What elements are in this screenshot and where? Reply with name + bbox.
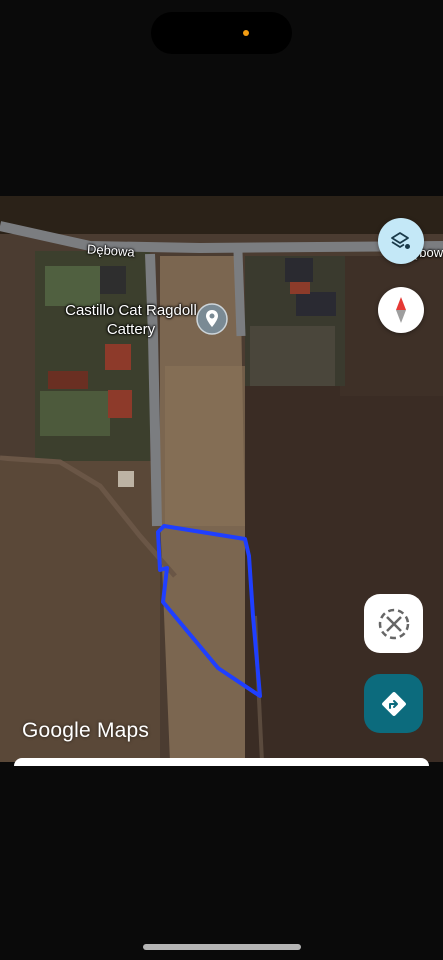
home-indicator[interactable] xyxy=(143,944,301,950)
layers-icon xyxy=(391,232,410,249)
poi-label[interactable]: Castillo Cat Ragdoll Cattery xyxy=(56,301,206,339)
google-maps-logo: Google Maps xyxy=(22,719,149,743)
compass-icon xyxy=(396,297,406,323)
logo-google-text: Google xyxy=(22,719,91,742)
recenter-button[interactable] xyxy=(364,594,423,653)
camera-indicator-icon xyxy=(243,30,249,36)
directions-button[interactable] xyxy=(364,674,423,733)
layers-button[interactable] xyxy=(378,218,424,264)
bottom-sheet-handle[interactable] xyxy=(14,758,429,766)
dynamic-island xyxy=(151,12,292,54)
satellite-map[interactable]: Dębowa ębow Castillo Cat Ragdoll Cattery xyxy=(0,196,443,762)
logo-maps-text: Maps xyxy=(96,719,150,742)
recenter-icon xyxy=(378,608,409,639)
compass-button[interactable] xyxy=(378,287,424,333)
directions-icon xyxy=(381,691,406,716)
location-pin-icon[interactable] xyxy=(196,303,228,335)
street-label-debowa: Dębowa xyxy=(86,241,136,260)
